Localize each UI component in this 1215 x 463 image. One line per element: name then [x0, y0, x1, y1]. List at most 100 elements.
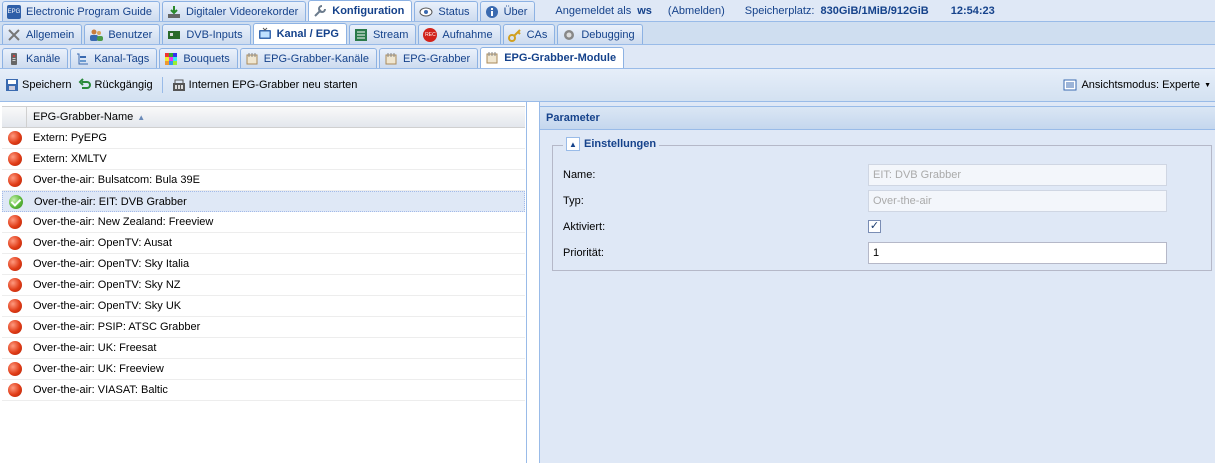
table-row[interactable]: Over-the-air: UK: Freesat — [2, 338, 525, 359]
tab-label: EPG-Grabber-Module — [504, 52, 617, 64]
restart-grabber-button[interactable]: Internen EPG-Grabber neu starten — [169, 76, 361, 94]
type-row: Typ: — [563, 190, 1167, 212]
grabber-name-cell: Over-the-air: VIASAT: Baltic — [33, 384, 168, 396]
disabled-status-icon — [7, 173, 22, 187]
tab-kanaele[interactable]: Kanäle — [2, 48, 69, 68]
users-icon — [90, 29, 104, 41]
tab-status[interactable]: Status — [414, 1, 478, 21]
view-mode-dropdown[interactable]: Ansichtsmodus: Experte ▼ — [1063, 78, 1211, 92]
key-icon — [507, 28, 521, 42]
tab-label: Kanäle — [26, 52, 61, 65]
grabber-name-cell: Over-the-air: PSIP: ATSC Grabber — [33, 321, 201, 333]
tab-debugging[interactable]: Debugging — [557, 24, 643, 44]
status-cell — [2, 257, 27, 271]
tab-epg[interactable]: EPG Electronic Program Guide — [2, 1, 160, 21]
grabber-grid: EPG-Grabber-Name ▲ Extern: PyEPG Extern: … — [0, 102, 527, 463]
checkmark-icon: ✓ — [869, 220, 880, 232]
settings-fieldset: ▲ Einstellungen Name: Typ: Aktiviert: ✓ … — [552, 137, 1212, 271]
tab-kanal-epg[interactable]: Kanal / EPG — [252, 23, 347, 44]
table-row[interactable]: Over-the-air: New Zealand: Freeview — [2, 212, 525, 233]
table-row[interactable]: Over-the-air: OpenTV: Sky Italia — [2, 254, 525, 275]
name-field[interactable] — [868, 164, 1167, 186]
config-nav: Allgemein Benutzer DVB-Inputs Kanal / EP… — [0, 22, 1215, 45]
collapse-toggle[interactable]: ▲ — [566, 137, 580, 151]
table-row[interactable]: Over-the-air: Bulsatcom: Bula 39E — [2, 170, 525, 191]
download-icon — [167, 5, 180, 18]
table-row[interactable]: Over-the-air: OpenTV: Ausat — [2, 233, 525, 254]
grabber-name-cell: Over-the-air: OpenTV: Sky UK — [33, 300, 182, 312]
table-row[interactable]: Over-the-air: VIASAT: Baltic — [2, 380, 525, 401]
status-cell — [2, 131, 27, 145]
eye-icon — [419, 7, 433, 16]
tab-benutzer[interactable]: Benutzer — [84, 24, 161, 44]
parameter-panel: Parameter ▲ Einstellungen Name: Typ: Akt… — [539, 102, 1215, 463]
grabber-name-cell: Over-the-air: OpenTV: Ausat — [33, 237, 172, 249]
table-row[interactable]: Extern: PyEPG — [2, 128, 525, 149]
card-icon — [168, 30, 181, 39]
table-row[interactable]: Over-the-air: EIT: DVB Grabber — [2, 191, 525, 212]
tab-allgemein[interactable]: Allgemein — [2, 24, 83, 44]
table-row[interactable]: Over-the-air: OpenTV: Sky UK — [2, 296, 525, 317]
panel-title: Parameter — [540, 106, 1215, 130]
main-nav: EPG Electronic Program Guide Digitaler V… — [0, 0, 1215, 22]
table-row[interactable]: Extern: XMLTV — [2, 149, 525, 170]
fieldset-title: Einstellungen — [584, 138, 657, 150]
grabber-name-cell: Over-the-air: EIT: DVB Grabber — [34, 195, 187, 208]
epg-grabber-icon — [246, 52, 258, 64]
tab-label: Kanal / EPG — [276, 28, 339, 40]
status-cell — [2, 362, 27, 376]
grabber-name-cell: Extern: XMLTV — [33, 153, 107, 165]
type-field[interactable] — [868, 190, 1167, 212]
tab-stream[interactable]: Stream — [348, 24, 417, 44]
status-cell — [2, 299, 27, 313]
grabber-name-cell: Extern: PyEPG — [33, 132, 107, 144]
tab-label: Benutzer — [108, 28, 153, 41]
enabled-checkbox[interactable]: ✓ — [868, 220, 881, 233]
undo-button[interactable]: Rückgängig — [75, 76, 156, 94]
tab-kanal-tags[interactable]: Kanal-Tags — [70, 48, 158, 68]
tab-cas[interactable]: CAs — [502, 24, 556, 44]
epg-grabber-icon — [486, 52, 498, 64]
storage-label: Speicherplatz: — [744, 5, 815, 17]
toolbar: Speichern Rückgängig Internen EPG-Grabbe… — [0, 69, 1215, 102]
save-button[interactable]: Speichern — [2, 76, 75, 94]
tab-about[interactable]: Über — [479, 1, 536, 21]
username: ws — [637, 5, 652, 17]
remote-icon — [11, 52, 17, 65]
status-cell — [2, 215, 27, 229]
tab-aufnahme[interactable]: REC Aufnahme — [418, 24, 501, 44]
logout-link[interactable]: (Abmelden) — [668, 5, 725, 17]
grid-header: EPG-Grabber-Name ▲ — [2, 106, 525, 128]
save-label: Speichern — [22, 79, 72, 91]
grabber-name-cell: Over-the-air: OpenTV: Sky NZ — [33, 279, 181, 291]
tab-epg-grabber[interactable]: EPG-Grabber — [378, 48, 479, 68]
table-row[interactable]: Over-the-air: PSIP: ATSC Grabber — [2, 317, 525, 338]
enabled-row: Aktiviert: ✓ — [563, 220, 881, 233]
tab-epg-grabber-kanaele[interactable]: EPG-Grabber-Kanäle — [239, 48, 377, 68]
disabled-status-icon — [7, 299, 22, 313]
name-column-header[interactable]: EPG-Grabber-Name ▲ — [27, 107, 525, 127]
status-cell — [2, 383, 27, 397]
type-label: Typ: — [563, 195, 584, 207]
disabled-status-icon — [7, 215, 22, 229]
name-label: Name: — [563, 169, 596, 181]
grabber-name-cell: Over-the-air: Bulsatcom: Bula 39E — [33, 174, 200, 186]
tab-label: Bouquets — [183, 52, 230, 65]
tab-epg-grabber-module[interactable]: EPG-Grabber-Module — [480, 47, 625, 68]
priority-label: Priorität: — [563, 247, 604, 259]
disabled-status-icon — [7, 383, 22, 397]
tab-dvb-inputs[interactable]: DVB-Inputs — [162, 24, 251, 44]
tab-label: EPG-Grabber-Kanäle — [263, 52, 369, 65]
tab-label: Debugging — [581, 28, 635, 41]
view-mode-icon — [1063, 79, 1077, 91]
tab-label: Kanal-Tags — [94, 52, 150, 65]
tab-dvr[interactable]: Digitaler Videorekorder — [161, 1, 307, 21]
tab-bouquets[interactable]: Bouquets — [159, 48, 238, 68]
tab-konfiguration[interactable]: Konfiguration — [308, 0, 413, 21]
disabled-status-icon — [7, 236, 22, 250]
tab-label: Stream — [372, 28, 409, 41]
priority-field[interactable] — [868, 242, 1167, 264]
table-row[interactable]: Over-the-air: OpenTV: Sky NZ — [2, 275, 525, 296]
disabled-status-icon — [7, 362, 22, 376]
table-row[interactable]: Over-the-air: UK: Freeview — [2, 359, 525, 380]
